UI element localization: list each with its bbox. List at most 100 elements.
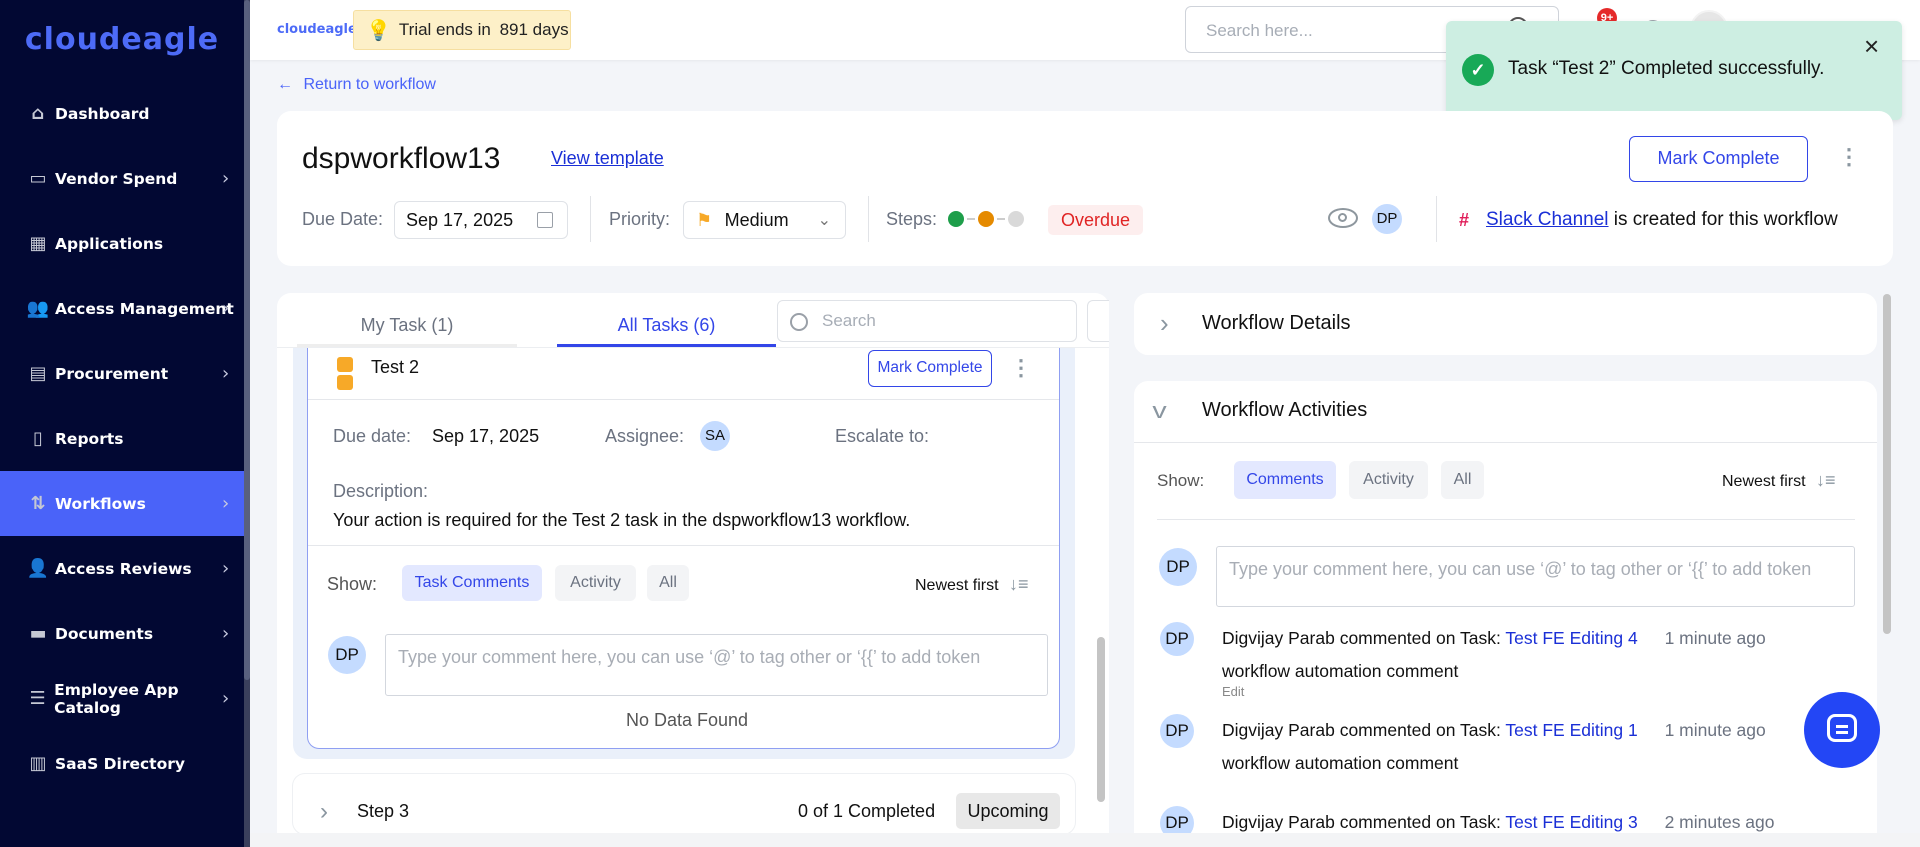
sidebar-item-documents[interactable]: ▬ Documents › — [0, 601, 244, 666]
chevron-right-icon[interactable]: › — [320, 798, 328, 826]
commenter-avatar: DP — [328, 636, 366, 674]
sidebar-item-applications[interactable]: ▦ Applications — [0, 211, 244, 276]
chat-icon — [1827, 714, 1857, 742]
procurement-icon: ▤ — [29, 363, 47, 384]
sidebar-item-access-management[interactable]: 👥 Access Management › — [0, 276, 244, 341]
chevron-down-icon[interactable]: v — [1152, 398, 1166, 424]
filter-activity[interactable]: Activity — [1349, 461, 1428, 499]
divider — [1134, 442, 1877, 443]
task-comment-input[interactable]: Type your comment here, you can use ‘@’ … — [385, 634, 1048, 696]
return-to-workflow-link[interactable]: ← Return to workflow — [277, 76, 436, 94]
task-due-label: Due date: — [333, 426, 412, 446]
divider — [868, 196, 869, 242]
activities-sort-dropdown[interactable]: Newest first ↓≡ — [1722, 470, 1836, 491]
search-icon — [790, 312, 808, 331]
sidebar-scrollbar-thumb[interactable] — [244, 0, 250, 680]
workflow-activities-title: Workflow Activities — [1202, 399, 1368, 421]
priority-select[interactable]: ⚑ Medium ⌄ — [683, 201, 846, 239]
comment-edit-link[interactable]: Edit — [1222, 684, 1244, 699]
tab-my-task[interactable]: My Task (1) — [297, 315, 517, 336]
step-dot[interactable] — [948, 211, 964, 227]
tasks-scrollbar-thumb[interactable] — [1097, 637, 1105, 802]
slack-channel-link[interactable]: Slack Channel — [1486, 209, 1609, 230]
task-more-icon[interactable]: ⋮ — [1010, 357, 1032, 379]
sort-dropdown[interactable]: Newest first ↓≡ — [915, 574, 1029, 595]
sidebar-item-label: SaaS Directory — [55, 754, 185, 773]
step-connector — [967, 218, 975, 220]
filter-all[interactable]: All — [1441, 461, 1484, 499]
document-icon: ▯ — [33, 428, 43, 449]
sidebar-item-procurement[interactable]: ▤ Procurement › — [0, 341, 244, 406]
step-dot[interactable] — [1008, 211, 1024, 227]
comment-time: 1 minute ago — [1664, 628, 1766, 648]
filter-activity[interactable]: Activity — [555, 565, 636, 601]
comment-task-link[interactable]: Test FE Editing 4 — [1505, 628, 1637, 648]
step-dot[interactable] — [978, 211, 994, 227]
overdue-badge: Overdue — [1048, 205, 1143, 235]
trial-banner: 💡 Trial ends in 891 days — [353, 10, 571, 50]
sidebar-item-dashboard[interactable]: ⌂ Dashboard — [0, 81, 244, 146]
task-due-value: Sep 17, 2025 — [432, 426, 540, 446]
comment-action: commented on Task: — [1339, 628, 1501, 648]
topbar-logo: cloudeagle — [277, 22, 357, 37]
chat-support-button[interactable] — [1804, 692, 1880, 768]
steps-label: Steps: — [886, 209, 938, 229]
filter-all[interactable]: All — [647, 565, 689, 601]
comment-time: 2 minutes ago — [1664, 812, 1775, 832]
slack-text: is created for this workflow — [1608, 209, 1838, 230]
eye-icon[interactable] — [1328, 208, 1358, 228]
more-options-icon[interactable]: ⋮ — [1838, 146, 1860, 168]
trial-days: 891 days — [499, 20, 569, 39]
activities-show-label: Show: — [1157, 471, 1205, 490]
sidebar-item-label: Applications — [55, 234, 164, 253]
folder-icon: ▬ — [29, 623, 47, 644]
sidebar-item-label: Reports — [55, 429, 124, 448]
close-icon[interactable]: × — [1864, 31, 1879, 62]
success-toast: ✓ Task “Test 2” Completed successfully. … — [1446, 21, 1902, 120]
tab-all-tasks[interactable]: All Tasks (6) — [557, 315, 776, 336]
users-icon: 👥 — [26, 298, 50, 319]
filter-button[interactable] — [1087, 300, 1109, 342]
task-search-input[interactable]: Search — [777, 300, 1077, 342]
view-template-link[interactable]: View template — [551, 148, 664, 169]
assignee-avatar[interactable]: SA — [700, 421, 730, 451]
filter-task-comments[interactable]: Task Comments — [402, 565, 542, 601]
sidebar-item-access-reviews[interactable]: 👤 Access Reviews › — [0, 536, 244, 601]
sidebar-item-employee-app-catalog[interactable]: ☰ Employee App Catalog › — [0, 666, 244, 731]
step-status-badge: Upcoming — [956, 793, 1060, 829]
activity-comment-input[interactable]: Type your comment here, you can use ‘@’ … — [1216, 546, 1855, 607]
workflow-details-title: Workflow Details — [1202, 312, 1351, 334]
comment-task-link[interactable]: Test FE Editing 3 — [1505, 812, 1637, 832]
page-title: dspworkflow13 — [302, 142, 501, 175]
due-date-picker[interactable]: Sep 17, 2025 — [394, 201, 568, 239]
filter-comments[interactable]: Comments — [1234, 461, 1336, 499]
divider — [590, 196, 591, 242]
task-title: Test 2 — [371, 357, 420, 377]
comment-author: Digvijay Parab — [1222, 720, 1335, 740]
cloudeagle-logo[interactable]: cloudeagle — [0, 22, 244, 57]
description-label: Description: — [333, 481, 429, 501]
sidebar-item-label: Workflows — [55, 494, 146, 513]
task-mark-complete-button[interactable]: Mark Complete — [868, 350, 992, 387]
priority-value: Medium — [724, 210, 789, 230]
activities-scrollbar-thumb[interactable] — [1883, 294, 1891, 634]
trial-prefix: Trial ends in — [398, 20, 496, 39]
sidebar-item-vendor-spend[interactable]: ▭ Vendor Spend › — [0, 146, 244, 211]
comment-task-link[interactable]: Test FE Editing 1 — [1505, 720, 1637, 740]
search-placeholder: Search — [822, 311, 876, 330]
sidebar-item-reports[interactable]: ▯ Reports — [0, 406, 244, 471]
arrow-left-icon: ← — [277, 76, 293, 93]
sidebar: cloudeagle ⌂ Dashboard ▭ Vendor Spend › ▦ Appl… — [0, 0, 250, 847]
sidebar-item-workflows[interactable]: ⇅ Workflows › — [0, 471, 244, 536]
chevron-right-icon[interactable]: › — [1160, 308, 1169, 339]
catalog-icon: ☰ — [29, 688, 46, 709]
comment-text: workflow automation comment — [1222, 661, 1459, 681]
sort-descending-icon: ↓≡ — [1009, 574, 1029, 594]
sidebar-item-label: Procurement — [55, 364, 169, 383]
comment-avatar: DP — [1160, 714, 1194, 748]
sidebar-item-label: Employee App Catalog — [54, 680, 179, 717]
home-icon: ⌂ — [31, 103, 45, 124]
watcher-avatar[interactable]: DP — [1372, 204, 1402, 234]
sidebar-item-saas-directory[interactable]: ▥ SaaS Directory — [0, 731, 244, 796]
mark-complete-button[interactable]: Mark Complete — [1629, 136, 1808, 182]
